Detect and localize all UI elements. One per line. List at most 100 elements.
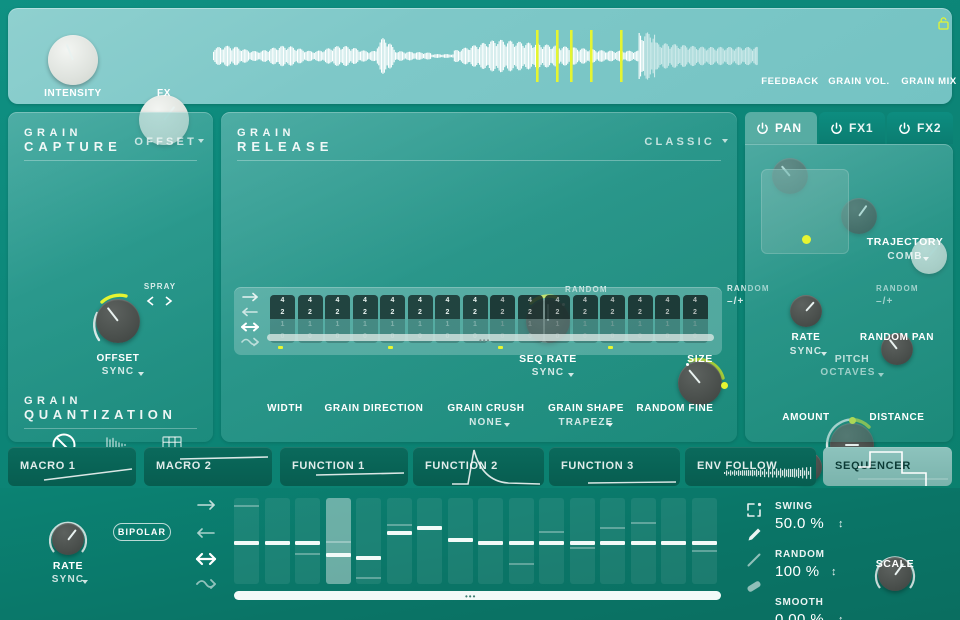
matrix-cell[interactable]: 2 [683,307,708,319]
matrix-cell[interactable]: 1 [408,319,433,331]
field-value-random[interactable]: 100 % [775,563,820,580]
matrix-cell[interactable]: 1 [655,319,680,331]
knob-rate[interactable] [787,292,825,330]
pan-xy-pad[interactable] [761,169,849,254]
matrix-cell[interactable]: 4 [545,295,570,307]
mod-tab-function-2[interactable]: FUNCTION 2 [413,447,544,486]
matrix-cell[interactable]: 1 [270,319,295,331]
field-stepper-swing[interactable]: ↕ [838,521,844,527]
matrix-cell[interactable]: 2 [298,307,323,319]
knob-seq-rate-bottom[interactable] [48,519,88,559]
sequencer-step-value[interactable] [509,541,534,545]
chevron-down-icon[interactable] [722,139,728,143]
sequencer-step-value[interactable] [295,541,320,545]
waveform-display[interactable] [213,18,758,94]
matrix-cell[interactable]: 1 [380,319,405,331]
matrix-cell[interactable]: 1 [463,319,488,331]
seq-rate-bottom-unit[interactable]: SYNC [28,574,108,585]
chevron-down-icon[interactable] [568,373,574,377]
field-value-swing[interactable]: 50.0 % [775,515,824,532]
mod-tab-function-3[interactable]: FUNCTION 3 [549,447,680,486]
matrix-cell[interactable]: 1 [545,319,570,331]
mod-tab-env-follow[interactable]: ENV FOLLOW [685,447,816,486]
matrix-cell[interactable]: 4 [463,295,488,307]
sequencer-step-value[interactable] [631,541,656,545]
chevron-down-icon[interactable] [923,257,929,261]
sequencer-step-value[interactable] [478,541,503,545]
matrix-cell[interactable]: 4 [298,295,323,307]
eraser-icon[interactable] [745,576,763,594]
mod-tab-macro-1[interactable]: MACRO 1 [8,447,136,486]
sequencer-step-value[interactable] [661,541,686,545]
knob-intensity[interactable] [43,30,103,90]
mod-tab-sequencer[interactable]: SEQUENCER [823,447,952,486]
matrix-cell[interactable]: 2 [545,307,570,319]
grain-release-mode[interactable]: CLASSIC [644,136,715,148]
sequencer-direction-icons[interactable] [193,496,221,594]
matrix-cell[interactable]: 4 [683,295,708,307]
matrix-cell[interactable]: 4 [490,295,515,307]
matrix-cell[interactable]: 2 [628,307,653,319]
matrix-cell[interactable]: 4 [518,295,543,307]
matrix-scrollbar[interactable] [267,334,714,341]
sequencer-step-value[interactable] [570,541,595,545]
grain-capture-mode[interactable]: OFFSET [134,136,197,148]
matrix-cell[interactable]: 2 [408,307,433,319]
sequencer-step-value[interactable] [265,541,290,545]
pencil-icon[interactable] [745,526,763,544]
matrix-cell[interactable]: 1 [298,319,323,331]
rate-unit[interactable]: SYNC [766,346,846,357]
sequencer-step[interactable] [356,498,381,584]
lock-icon[interactable] [937,16,950,31]
sequencer-step-value[interactable] [326,553,351,557]
mod-tab-function-1[interactable]: FUNCTION 1 [280,447,408,486]
sequencer-scrollbar[interactable] [234,591,721,600]
pan-position-dot[interactable] [802,235,811,244]
matrix-cell[interactable]: 1 [435,319,460,331]
chevron-down-icon[interactable] [821,352,827,356]
line-icon[interactable] [745,551,763,569]
matrix-cell[interactable]: 4 [353,295,378,307]
matrix-cell[interactable]: 1 [600,319,625,331]
trajectory-value[interactable]: COMB [860,251,950,262]
matrix-cell[interactable]: 2 [380,307,405,319]
matrix-cell[interactable]: 2 [463,307,488,319]
matrix-cell[interactable]: 1 [353,319,378,331]
scrollbar-grip[interactable]: ••• [465,592,476,601]
matrix-cell[interactable]: 4 [408,295,433,307]
matrix-cell[interactable]: 2 [353,307,378,319]
knob-offset[interactable] [86,289,150,353]
matrix-cell[interactable]: 2 [325,307,350,319]
matrix-cell[interactable]: 4 [573,295,598,307]
tab-fx1[interactable]: FX1 [819,112,885,144]
matrix-cell[interactable]: 2 [655,307,680,319]
chevron-down-icon[interactable] [607,423,613,427]
matrix-cell[interactable]: 4 [655,295,680,307]
matrix-cell[interactable]: 4 [435,295,460,307]
sequencer-step[interactable] [417,498,442,584]
sequencer-step-value[interactable] [539,541,564,545]
matrix-cell[interactable]: 4 [270,295,295,307]
sequencer-step-value[interactable] [417,526,442,530]
matrix-cell[interactable]: 4 [380,295,405,307]
sequencer-step-value[interactable] [692,541,717,545]
grain-shape-value[interactable]: TRAPEZE [531,417,641,428]
matrix-cell[interactable]: 2 [490,307,515,319]
matrix-cell[interactable]: 2 [435,307,460,319]
matrix-cell[interactable]: 2 [518,307,543,319]
matrix-cell[interactable]: 4 [325,295,350,307]
matrix-direction-icons[interactable] [238,291,264,351]
matrix-cell[interactable]: 1 [573,319,598,331]
field-value-smooth[interactable]: 0.00 % [775,611,824,620]
sequencer-step-value[interactable] [387,531,412,535]
tab-pan[interactable]: PAN [745,112,817,144]
matrix-cell[interactable]: 1 [490,319,515,331]
sequencer-step-value[interactable] [234,541,259,545]
sequencer-step[interactable] [387,498,412,584]
sequencer-step-value[interactable] [356,556,381,560]
chevron-down-icon[interactable] [504,423,510,427]
matrix-cell[interactable]: 1 [325,319,350,331]
chevron-down-icon[interactable] [198,139,204,143]
matrix-cell[interactable]: 2 [573,307,598,319]
matrix-cell[interactable]: 1 [683,319,708,331]
